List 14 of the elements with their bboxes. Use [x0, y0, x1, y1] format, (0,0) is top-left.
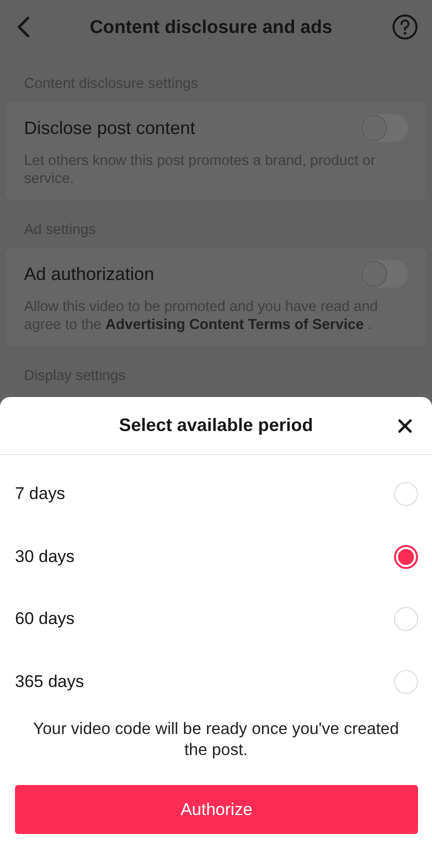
sheet-title: Select available period — [118, 415, 314, 436]
authorize-button[interactable]: Authorize — [15, 785, 418, 834]
period-option[interactable]: 30 days — [15, 546, 75, 567]
page-title: Content disclosure and ads — [90, 16, 332, 38]
info-note: Your video code will be ready once you've created the post. — [32, 719, 400, 761]
radio-button[interactable] — [394, 544, 418, 569]
period-option[interactable]: 60 days — [15, 609, 75, 630]
period-option[interactable]: 365 days — [15, 672, 84, 692]
setting-title: Ad authorization — [24, 264, 154, 284]
setting-title: Disclose post content — [24, 118, 196, 138]
close-icon[interactable] — [398, 419, 412, 433]
back-icon[interactable] — [16, 16, 30, 38]
period-option[interactable]: 7 days — [15, 484, 66, 504]
help-icon[interactable] — [392, 14, 418, 40]
